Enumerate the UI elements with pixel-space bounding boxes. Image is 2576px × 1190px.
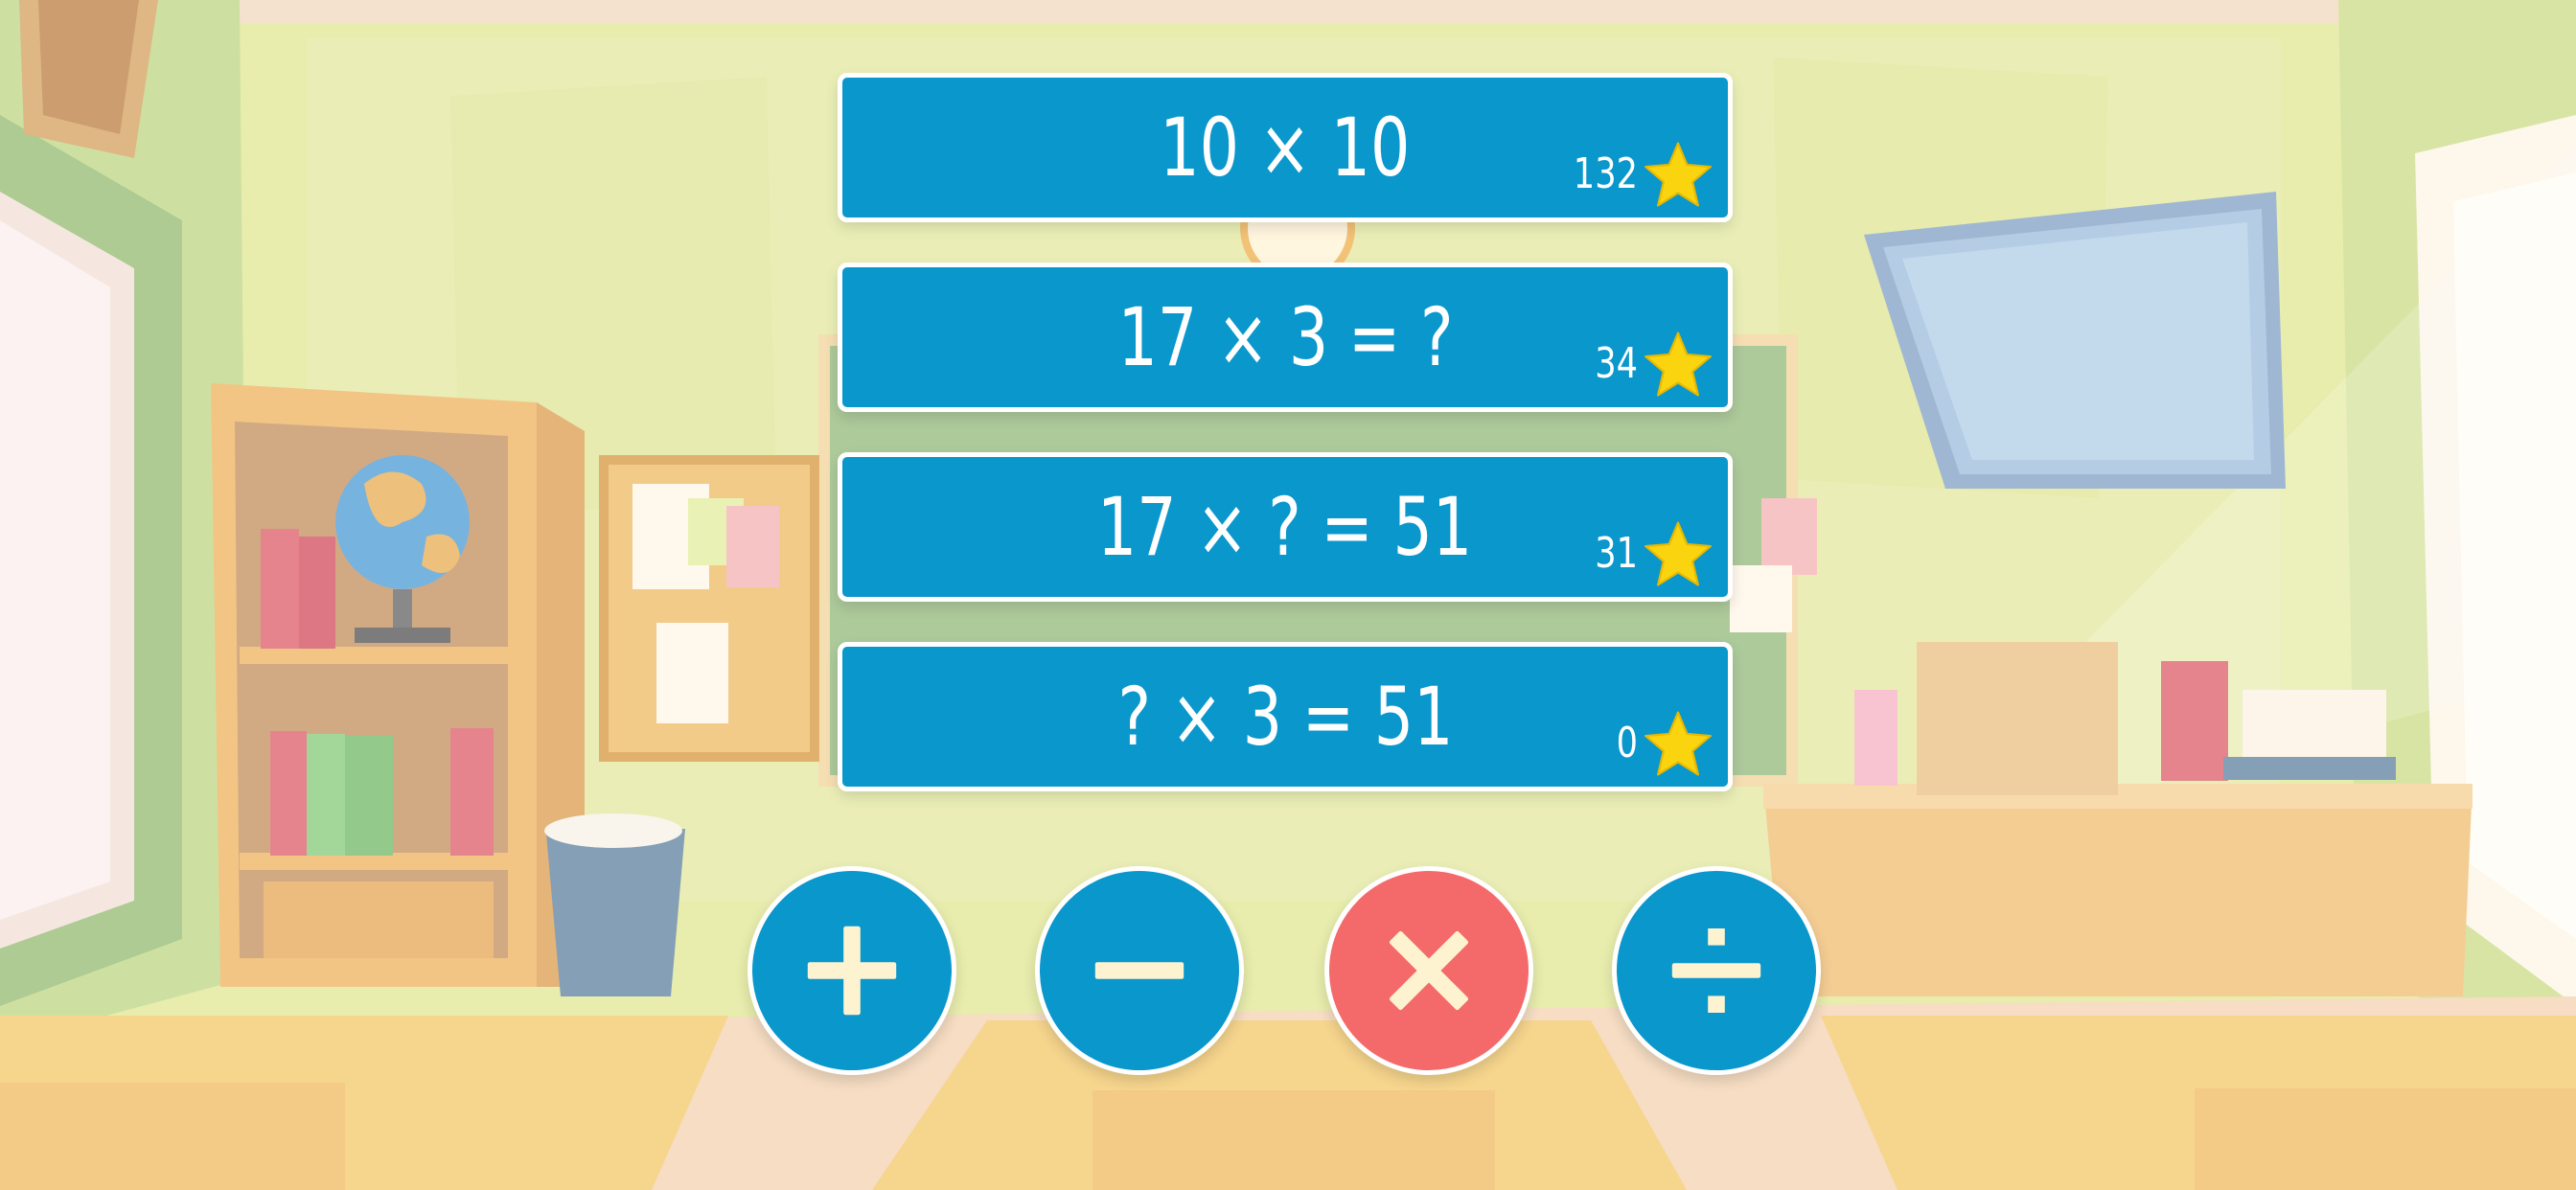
mode-card-tables[interactable]: 10 × 10 132 xyxy=(838,73,1733,222)
plus-button[interactable] xyxy=(748,866,956,1075)
mode-score: 31 xyxy=(1584,520,1713,587)
mode-score: 0 xyxy=(1611,710,1713,777)
star-count: 34 xyxy=(1595,339,1638,388)
star-icon xyxy=(1644,711,1712,776)
plus-icon xyxy=(807,926,897,1016)
multiply-icon xyxy=(1389,930,1469,1011)
mode-label: 10 × 10 xyxy=(1160,101,1411,195)
star-icon xyxy=(1644,332,1712,397)
mode-list: 10 × 10 132 17 × 3 = ? 34 17 × ? = 51 31… xyxy=(838,73,1733,791)
mode-card-find-second-factor[interactable]: 17 × ? = 51 31 xyxy=(838,452,1733,602)
mode-label: 17 × 3 = ? xyxy=(1117,290,1453,384)
divide-button[interactable] xyxy=(1612,866,1821,1075)
operation-selector xyxy=(748,866,1825,1081)
star-count: 132 xyxy=(1573,149,1638,198)
star-count: 31 xyxy=(1595,529,1638,578)
minus-icon xyxy=(1094,962,1184,979)
mode-card-find-first-factor[interactable]: ? × 3 = 51 0 xyxy=(838,642,1733,791)
star-icon xyxy=(1644,142,1712,207)
mode-label: ? × 3 = 51 xyxy=(1117,670,1453,764)
divide-icon xyxy=(1671,928,1761,1013)
minus-button[interactable] xyxy=(1035,866,1244,1075)
mode-card-find-result[interactable]: 17 × 3 = ? 34 xyxy=(838,263,1733,412)
mode-score: 34 xyxy=(1584,331,1713,398)
star-icon xyxy=(1644,521,1712,586)
multiply-button[interactable] xyxy=(1324,866,1533,1075)
star-count: 0 xyxy=(1616,719,1638,767)
mode-label: 17 × ? = 51 xyxy=(1097,480,1473,574)
mode-score: 132 xyxy=(1557,141,1713,208)
